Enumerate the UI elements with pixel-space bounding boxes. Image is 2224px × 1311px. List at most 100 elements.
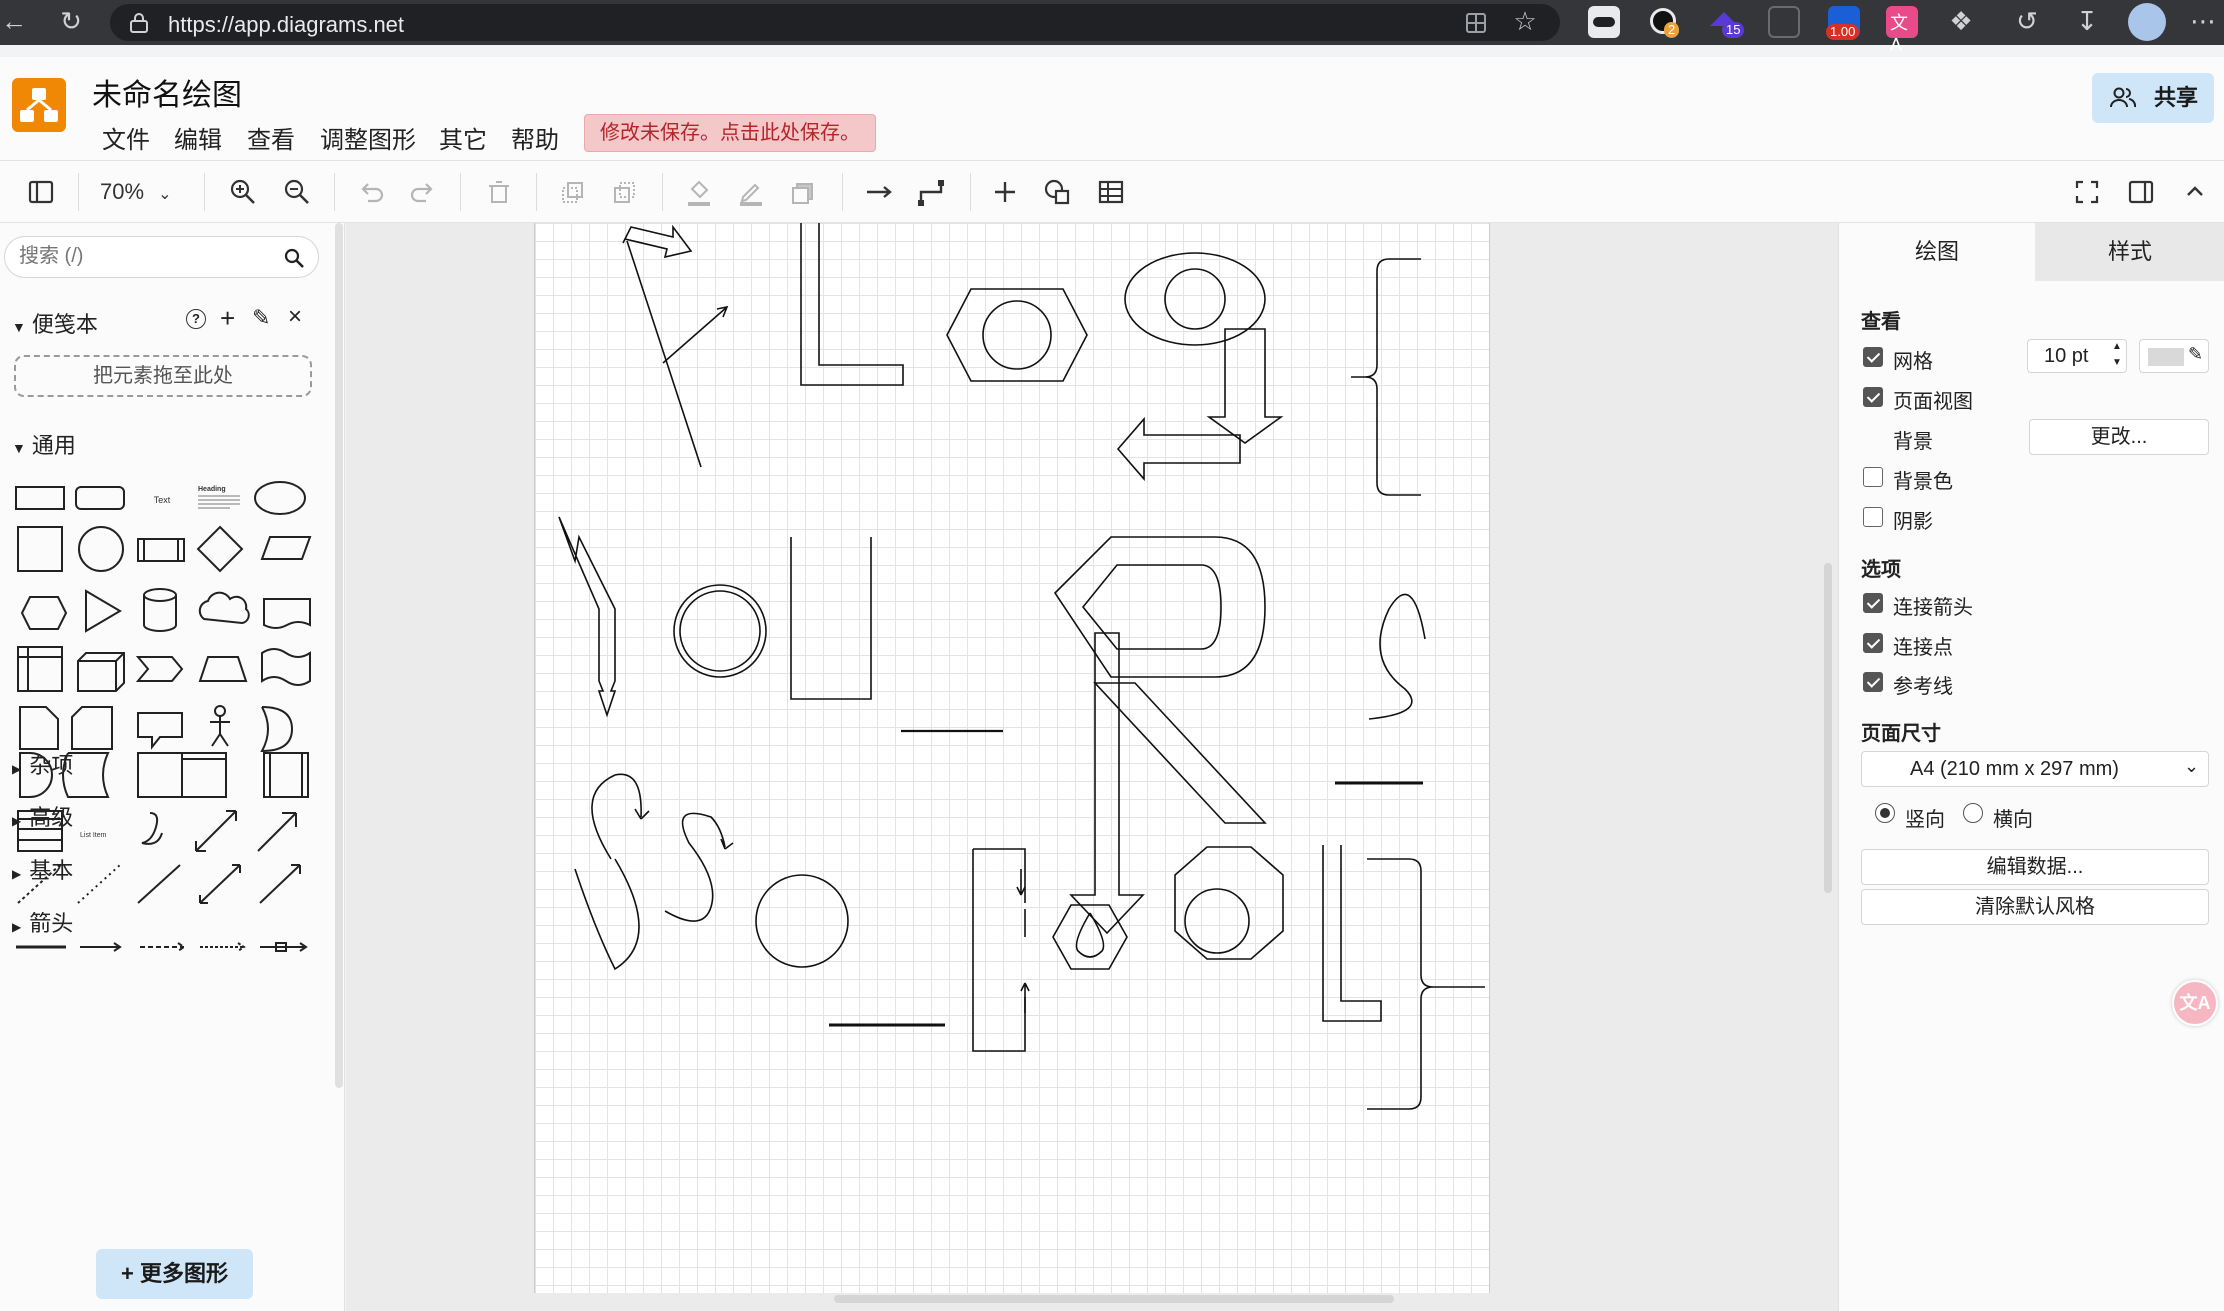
scratchpad-header[interactable]: ▼ 便笺本 [12, 307, 98, 339]
eyedropper-icon[interactable]: ✎ [2188, 344, 2203, 365]
canvas-horizontal-scrollbar[interactable] [834, 1295, 1394, 1303]
background-color-checkbox[interactable] [1863, 467, 1883, 487]
background-change-button[interactable]: 更改... [2029, 419, 2209, 455]
more-shapes-button[interactable]: + 更多图形 [96, 1249, 253, 1299]
grid-color-swatch [2148, 348, 2184, 366]
users-icon [2110, 87, 2136, 108]
share-button[interactable]: 共享 [2092, 73, 2214, 123]
browser-menu-icon[interactable]: ⋯ [2186, 6, 2220, 36]
extensions-puzzle-icon[interactable]: ❖ [1944, 6, 1978, 36]
guides-label: 参考线 [1893, 676, 1953, 698]
bookmark-star-icon[interactable]: ☆ [1510, 6, 1540, 36]
translate-floating-icon[interactable]: 文A [2172, 980, 2218, 1026]
fill-color-icon[interactable] [682, 175, 716, 209]
shape-circle [78, 526, 124, 572]
connection-arrows-checkbox[interactable] [1863, 593, 1883, 613]
ext-flag-icon[interactable]: 1.00 [1826, 6, 1860, 40]
stepper-up-icon[interactable]: ▲ [2112, 341, 2122, 352]
stepper-down-icon[interactable]: ▼ [2112, 357, 2122, 368]
zoom-dropdown[interactable]: 70% ⌄ [100, 175, 190, 209]
grid-color-picker[interactable]: ✎ [2139, 339, 2209, 373]
grid-size-stepper[interactable]: 10 pt ▲ ▼ [2027, 339, 2127, 373]
canvas-vertical-scrollbar[interactable] [1824, 563, 1832, 893]
line-color-icon[interactable] [734, 175, 768, 209]
fullscreen-icon[interactable] [2070, 175, 2104, 209]
history-icon[interactable]: ↺ [2010, 6, 2044, 36]
page-view-checkbox[interactable] [1863, 387, 1883, 407]
undo-icon[interactable] [354, 175, 388, 209]
clear-default-style-button[interactable]: 清除默认风格 [1861, 889, 2209, 925]
download-icon[interactable]: ↧ [2070, 6, 2104, 36]
left-arrow-shape [1116, 416, 1241, 482]
tab-diagram[interactable]: 绘图 [1839, 223, 2035, 281]
app-install-icon[interactable] [1464, 11, 1488, 35]
help-icon[interactable]: ? [186, 309, 206, 329]
section-advanced[interactable]: ▶ 高级 [12, 800, 73, 832]
ext-graduation-icon[interactable]: 15 [1708, 6, 1745, 38]
close-icon[interactable]: × [288, 303, 302, 331]
address-bar[interactable]: https://app.diagrams.net ☆ [110, 4, 1560, 41]
shape-text: Text [154, 495, 171, 505]
redo-icon[interactable] [406, 175, 440, 209]
menu-arrange[interactable]: 调整图形 [320, 120, 416, 155]
sidebar-scrollbar[interactable] [335, 223, 343, 1088]
delete-icon[interactable] [482, 175, 516, 209]
unsaved-changes-notice[interactable]: 修改未保存。点击此处保存。 [584, 114, 876, 152]
tab-style[interactable]: 样式 [2035, 223, 2224, 281]
ext-translate-icon[interactable]: 文A [1886, 6, 1918, 55]
format-panel-toggle-icon[interactable] [24, 175, 58, 209]
general-shapes-header[interactable]: ▼ 通用 [12, 428, 76, 460]
section-basic[interactable]: ▶ 基本 [12, 853, 73, 885]
insert-plus-icon[interactable] [988, 175, 1022, 209]
zoom-in-icon[interactable] [226, 175, 260, 209]
back-icon[interactable]: ← [0, 6, 28, 36]
menu-help[interactable]: 帮助 [511, 120, 559, 155]
drawing[interactable] [535, 223, 1491, 1293]
landscape-label: 横向 [1993, 809, 2033, 831]
diagram-title[interactable]: 未命名绘图 [92, 70, 242, 114]
add-icon[interactable]: + [220, 303, 235, 334]
page-size-select[interactable]: A4 (210 mm x 297 mm) ⌄ [1861, 751, 2209, 787]
grid-checkbox[interactable] [1863, 347, 1883, 367]
menu-file[interactable]: 文件 [102, 120, 150, 155]
zoom-out-icon[interactable] [280, 175, 314, 209]
portrait-radio[interactable] [1875, 803, 1895, 823]
section-label: 高级 [29, 805, 74, 830]
shape-search-input[interactable] [19, 245, 269, 268]
shadow-checkbox[interactable] [1863, 507, 1883, 527]
waypoints-icon[interactable] [914, 175, 948, 209]
shadow-icon[interactable] [786, 175, 820, 209]
ext-glasses-icon[interactable] [1588, 6, 1620, 38]
menu-view[interactable]: 查看 [247, 120, 295, 155]
ext-circle-icon[interactable]: 2 [1648, 6, 1680, 38]
menu-extras[interactable]: 其它 [439, 120, 487, 155]
to-front-icon[interactable] [556, 175, 590, 209]
section-arrows[interactable]: ▶ 箭头 [12, 906, 73, 938]
ext-doc-icon[interactable] [1768, 6, 1800, 38]
landscape-radio[interactable] [1963, 803, 1983, 823]
menu-edit[interactable]: 编辑 [174, 120, 222, 155]
shape-diamond [196, 525, 244, 573]
reload-icon[interactable]: ↻ [54, 6, 88, 36]
right-panel-toggle-icon[interactable] [2124, 175, 2158, 209]
block-arrow-shape [622, 224, 693, 259]
shapes-icon[interactable] [1040, 175, 1074, 209]
diagram-page[interactable] [534, 223, 1490, 1293]
shape-search-box[interactable] [4, 236, 319, 278]
edit-data-button[interactable]: 编辑数据... [1861, 849, 2209, 885]
collapse-chevron-up-icon[interactable] [2178, 175, 2212, 209]
site-info-icon[interactable] [128, 12, 150, 34]
table-icon[interactable] [1094, 175, 1128, 209]
edit-pencil-icon[interactable]: ✎ [252, 305, 270, 331]
guides-checkbox[interactable] [1863, 672, 1883, 692]
section-misc[interactable]: ▶ 杂项 [12, 748, 73, 780]
search-icon[interactable] [283, 247, 305, 269]
options-section-title: 选项 [1861, 559, 1901, 581]
connection-arrow-icon[interactable] [862, 175, 896, 209]
profile-avatar[interactable] [2128, 3, 2166, 41]
connection-points-checkbox[interactable] [1863, 633, 1883, 653]
diagram-canvas[interactable] [346, 223, 1838, 1311]
shape-document [263, 598, 311, 629]
scratchpad-dropzone[interactable]: 把元素拖至此处 [14, 355, 312, 397]
to-back-icon[interactable] [608, 175, 642, 209]
